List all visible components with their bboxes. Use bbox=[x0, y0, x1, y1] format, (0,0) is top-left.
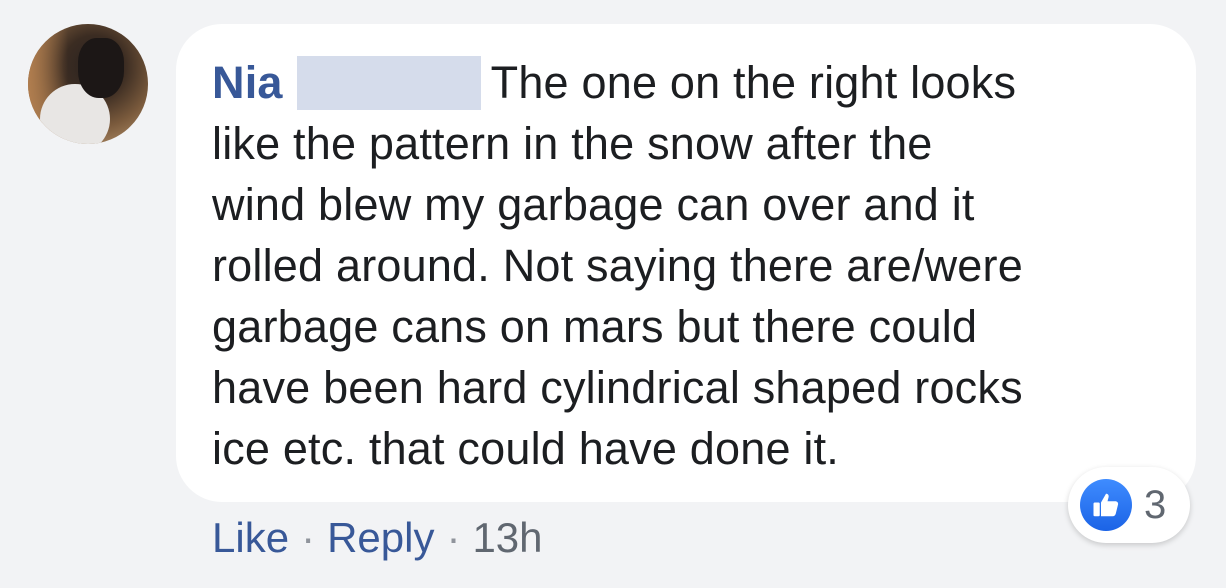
timestamp[interactable]: 13h bbox=[472, 514, 542, 561]
separator-dot: · bbox=[446, 514, 461, 561]
comment-line-4: rolled around. Not saying there are/were bbox=[212, 240, 1023, 291]
thumbs-up-icon bbox=[1080, 479, 1132, 531]
comment-text: Nia The one on the right looks like the p… bbox=[212, 52, 1172, 479]
comment-line-1: The one on the right looks bbox=[490, 57, 1017, 108]
redacted-surname bbox=[296, 56, 481, 110]
comment: Nia The one on the right looks like the p… bbox=[0, 0, 1226, 588]
like-link[interactable]: Like bbox=[212, 514, 289, 561]
comment-line-6: have been hard cylindrical shaped rocks bbox=[212, 362, 1023, 413]
reply-link[interactable]: Reply bbox=[327, 514, 434, 561]
comment-actions: Like · Reply · 13h bbox=[212, 508, 543, 568]
avatar-photo-figure bbox=[78, 38, 124, 98]
comment-line-7: ice etc. that could have done it. bbox=[212, 423, 839, 474]
avatar[interactable] bbox=[28, 24, 148, 144]
comment-line-3: wind blew my garbage can over and it bbox=[212, 179, 975, 230]
comment-line-5: garbage cans on mars but there could bbox=[212, 301, 978, 352]
author-name[interactable]: Nia bbox=[212, 57, 283, 108]
reaction-summary[interactable]: 3 bbox=[1068, 467, 1190, 543]
separator-dot: · bbox=[301, 514, 316, 561]
reaction-count: 3 bbox=[1144, 482, 1167, 527]
comment-line-2: like the pattern in the snow after the bbox=[212, 118, 933, 169]
